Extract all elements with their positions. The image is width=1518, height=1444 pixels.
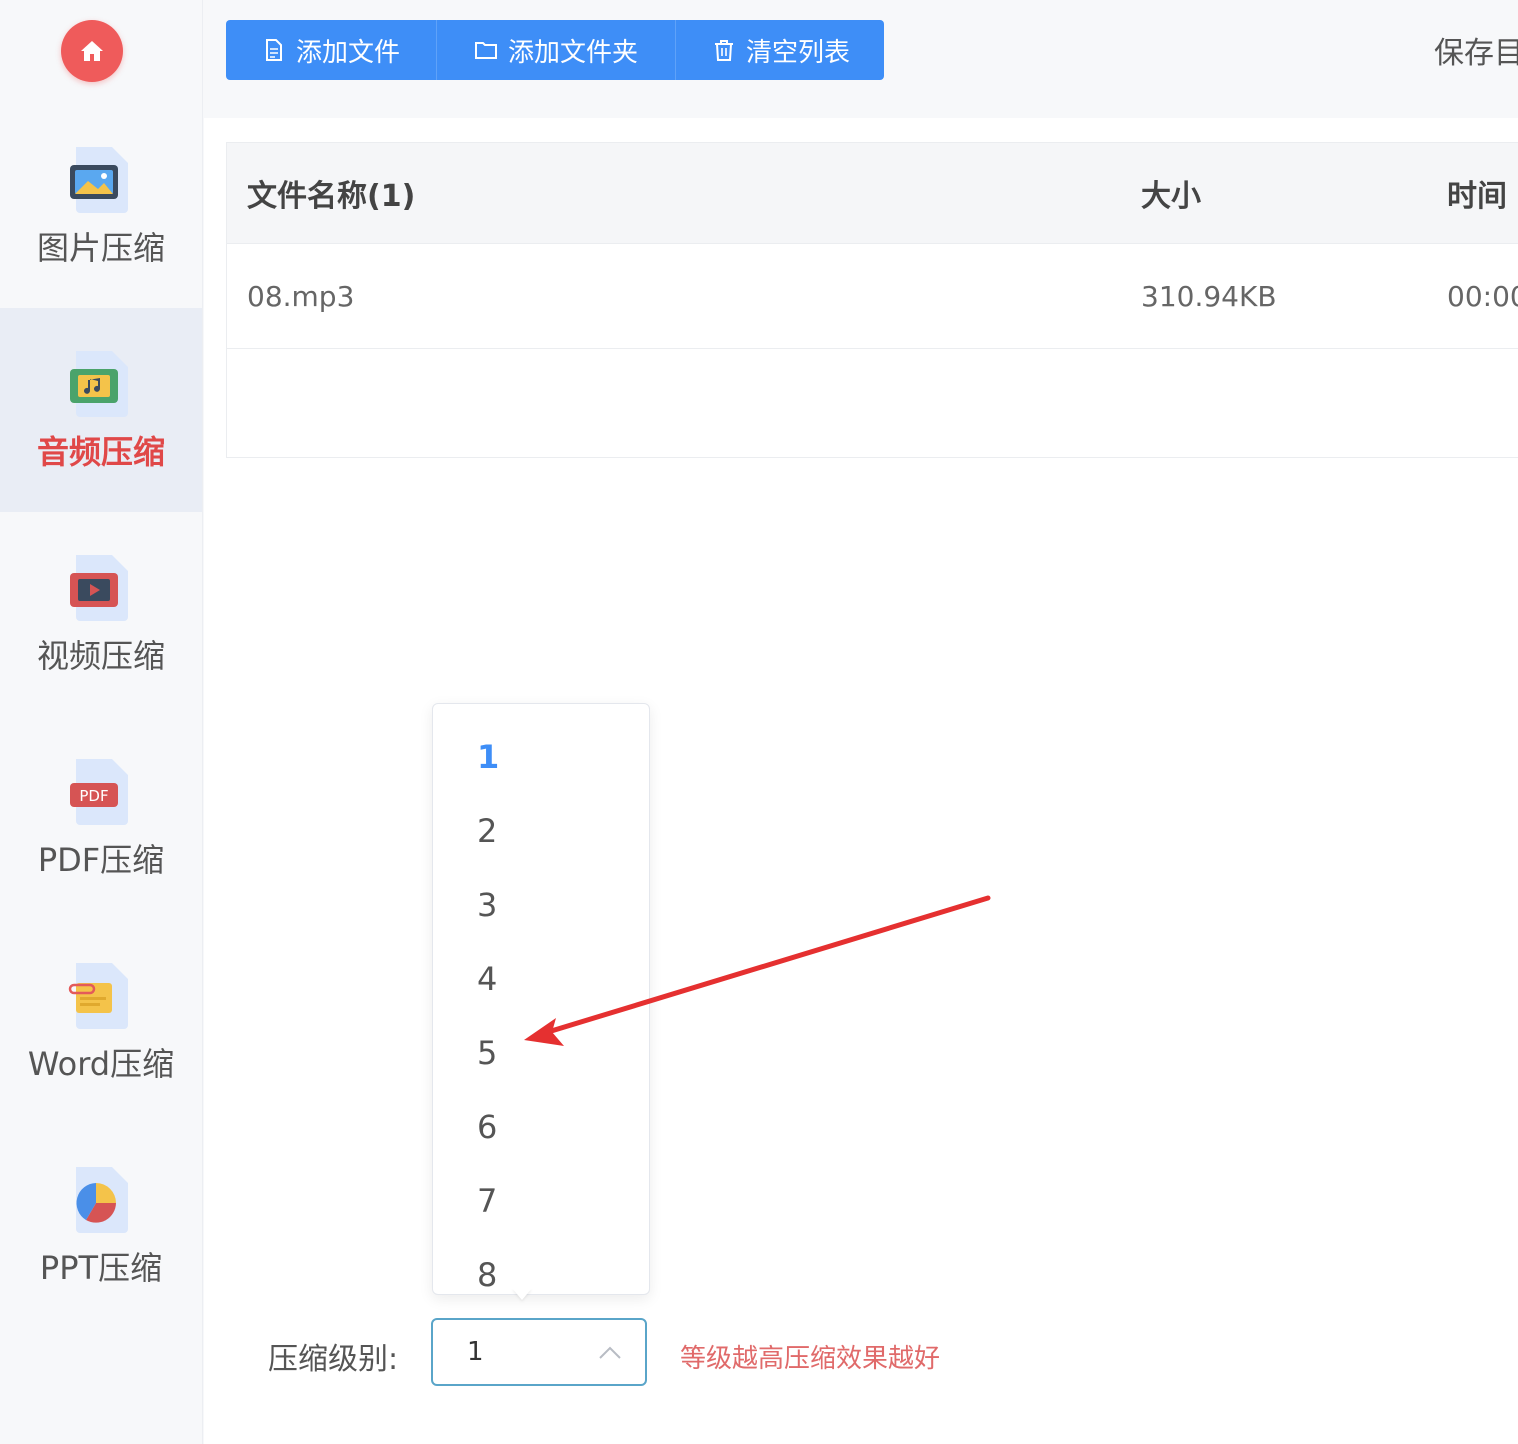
dropdown-option-4[interactable]: 4 (477, 960, 497, 998)
add-folder-button[interactable]: 添加文件夹 (437, 20, 676, 80)
word-file-icon (68, 963, 128, 1029)
header-time[interactable]: 时间 (1447, 143, 1507, 243)
file-name-cell: 08.mp3 (247, 279, 355, 313)
trash-icon (714, 40, 733, 61)
sidebar-item-label: 图片压缩 (36, 229, 165, 267)
compression-level-value: 1 (467, 1337, 484, 1367)
add-folder-label: 添加文件夹 (507, 37, 638, 68)
file-table: 文件名称(1) 大小 时间 08.mp3 310.94KB 00:00 (226, 142, 1518, 458)
file-icon (265, 39, 282, 61)
sidebar-item-label: 音频压缩 (36, 433, 165, 471)
dropdown-option-8[interactable]: 8 (477, 1256, 497, 1294)
clear-list-label: 清空列表 (745, 37, 850, 68)
sidebar-item-label: PDF压缩 (37, 841, 165, 879)
ppt-file-icon (76, 1167, 128, 1233)
dropdown-option-3[interactable]: 3 (477, 886, 497, 924)
dropdown-option-6[interactable]: 6 (477, 1108, 497, 1146)
compression-level-dropdown: 1 2 3 4 5 6 7 8 (432, 703, 650, 1295)
save-directory-label: 保存目 (1434, 36, 1518, 71)
audio-file-icon (70, 351, 128, 417)
folder-icon (474, 42, 497, 59)
dropdown-option-5[interactable]: 5 (477, 1034, 497, 1072)
image-file-icon (70, 147, 128, 213)
home-button[interactable] (61, 20, 123, 82)
sidebar-item-audio-compress[interactable]: 音频压缩 (0, 308, 202, 512)
sidebar-item-ppt-compress[interactable]: PPT压缩 (0, 1124, 202, 1328)
dropdown-option-7[interactable]: 7 (477, 1182, 497, 1220)
sidebar-item-label: 视频压缩 (36, 637, 165, 675)
header-size[interactable]: 大小 (1141, 143, 1201, 243)
home-icon (81, 41, 103, 61)
compression-hint: 等级越高压缩效果越好 (680, 1344, 941, 1374)
sidebar-item-word-compress[interactable]: Word压缩 (0, 920, 202, 1124)
chevron-up-icon (599, 1346, 621, 1359)
compression-level-label: 压缩级别: (268, 1342, 399, 1377)
add-file-button[interactable]: 添加文件 (226, 20, 437, 80)
file-time-cell: 00:00 (1447, 279, 1518, 313)
sidebar-item-label: PPT压缩 (39, 1249, 163, 1287)
compression-level-select[interactable]: 1 (431, 1318, 647, 1386)
sidebar: 图片压缩 音频压缩 视频压缩 PDF PDF压缩 Word压缩 PPT压缩 (0, 0, 203, 1444)
dropdown-option-1[interactable]: 1 (477, 738, 499, 776)
sidebar-item-video-compress[interactable]: 视频压缩 (0, 512, 202, 716)
file-size-cell: 310.94KB (1141, 279, 1277, 313)
table-header: 文件名称(1) 大小 时间 (227, 143, 1518, 244)
add-file-label: 添加文件 (295, 37, 400, 68)
video-file-icon (70, 555, 128, 621)
sidebar-item-image-compress[interactable]: 图片压缩 (0, 104, 202, 308)
dropdown-option-2[interactable]: 2 (477, 812, 497, 850)
clear-list-button[interactable]: 清空列表 (676, 20, 884, 80)
svg-text:PDF: PDF (79, 787, 108, 805)
pdf-file-icon: PDF (70, 759, 128, 825)
table-row[interactable]: 08.mp3 310.94KB 00:00 (227, 244, 1518, 349)
header-file-name[interactable]: 文件名称(1) (247, 143, 415, 243)
dropdown-caret (512, 1288, 532, 1300)
toolbar: 添加文件 添加文件夹 清空列表 (226, 20, 884, 80)
sidebar-item-label: Word压缩 (27, 1045, 175, 1083)
sidebar-item-pdf-compress[interactable]: PDF PDF压缩 (0, 716, 202, 920)
